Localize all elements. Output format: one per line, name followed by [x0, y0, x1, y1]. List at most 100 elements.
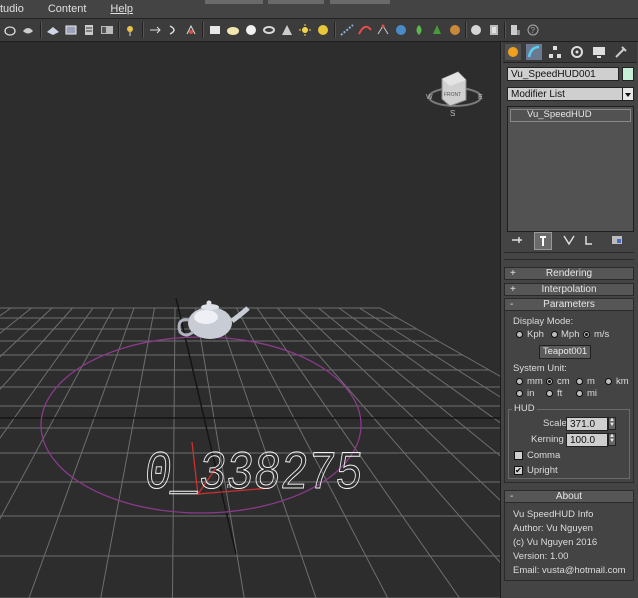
show-end-result-icon[interactable]: [534, 232, 552, 250]
bone-icon[interactable]: [468, 22, 484, 38]
cone-icon[interactable]: [279, 22, 295, 38]
spinner-down-icon: ▼: [609, 438, 615, 444]
motion-tab-icon[interactable]: [569, 44, 585, 60]
hud-group-label: HUD: [512, 403, 537, 414]
kerning-spinner[interactable]: ▲ ▼: [608, 433, 616, 446]
rollout-collapse-sign: -: [510, 491, 514, 502]
radio-km-label: km: [616, 376, 629, 387]
radio-mi[interactable]: [576, 390, 583, 397]
panel-tabs: [503, 42, 637, 63]
remove-modifier-icon[interactable]: [581, 232, 597, 248]
radio-mph-label: Mph: [561, 329, 580, 340]
toolbar-divider: [334, 22, 336, 38]
rollout-rendering[interactable]: + Rendering: [504, 267, 634, 280]
stack-item[interactable]: Vu_SpeedHUD: [510, 109, 631, 122]
radio-m[interactable]: [576, 378, 583, 385]
modifier-icon[interactable]: [411, 22, 427, 38]
perspective-viewport[interactable]: 0_338275 n FRONT W E S: [0, 42, 500, 598]
box-icon[interactable]: [207, 22, 223, 38]
pin-icon[interactable]: [486, 22, 502, 38]
torus-icon[interactable]: [261, 22, 277, 38]
scale-spinner[interactable]: ▲ ▼: [608, 417, 616, 430]
radio-in[interactable]: [516, 390, 523, 397]
hierarchy-tab-icon[interactable]: [547, 44, 563, 60]
layout-icon[interactable]: [99, 22, 115, 38]
object-color-swatch[interactable]: [622, 67, 634, 81]
rollout-interpolation[interactable]: + Interpolation: [504, 283, 634, 296]
radio-kph-label: Kph: [527, 329, 544, 340]
curve-icon[interactable]: [375, 22, 391, 38]
create-tab-icon[interactable]: [505, 44, 521, 60]
radio-mi-label: mi: [587, 388, 598, 399]
globe-icon[interactable]: [447, 22, 463, 38]
display-tab-icon[interactable]: [591, 44, 607, 60]
separator: [504, 259, 634, 260]
speed-hud-object[interactable]: 0_338275 n: [141, 441, 366, 505]
object-name-field[interactable]: Vu_SpeedHUD001: [507, 67, 619, 81]
toolbar-divider: [142, 22, 144, 38]
about-author: Author: Vu Nguyen: [513, 523, 593, 534]
menu-bar: tudio Content Help: [0, 0, 638, 19]
compass-east: E: [478, 94, 483, 101]
menu-help[interactable]: Help: [110, 3, 133, 15]
upright-checkbox[interactable]: ✔: [514, 466, 523, 475]
book-icon[interactable]: [507, 22, 523, 38]
light-icon[interactable]: [297, 22, 313, 38]
modifier-list-dropdown[interactable]: Modifier List: [507, 87, 623, 101]
modify-tab-icon[interactable]: [526, 44, 542, 60]
rollout-about-label: About: [555, 491, 583, 502]
sphere-icon[interactable]: [225, 22, 241, 38]
unit-marker: n: [227, 483, 231, 490]
viewcube[interactable]: FRONT W E S: [426, 71, 483, 118]
sun-icon[interactable]: [315, 22, 331, 38]
compass-south: S: [450, 109, 455, 118]
main-toolbar: ?: [0, 19, 638, 42]
radio-cm[interactable]: [546, 378, 553, 385]
rollout-about[interactable]: - About: [504, 490, 634, 503]
layer-icon[interactable]: [63, 22, 79, 38]
select-icon[interactable]: [20, 22, 36, 38]
toolbar-divider: [118, 22, 120, 38]
list-icon[interactable]: [81, 22, 97, 38]
radio-kph[interactable]: [516, 331, 523, 338]
make-unique-icon[interactable]: [561, 232, 577, 248]
rotate-icon[interactable]: [183, 22, 199, 38]
radio-mph[interactable]: [551, 331, 558, 338]
scale-input[interactable]: 371.0: [566, 417, 608, 431]
utilities-tab-icon[interactable]: [613, 44, 629, 60]
spinner-down-icon: ▼: [609, 422, 615, 428]
kerning-input[interactable]: 100.0: [566, 433, 608, 447]
comma-checkbox[interactable]: [514, 451, 523, 460]
teapot[interactable]: [177, 300, 250, 340]
display-mode-label: Display Mode:: [513, 316, 574, 327]
move-icon[interactable]: [165, 22, 181, 38]
about-title: Vu SpeedHUD Info: [513, 509, 594, 520]
particle-icon[interactable]: [339, 22, 355, 38]
target-object-button[interactable]: Teapot001: [539, 345, 591, 359]
bind-icon[interactable]: [147, 22, 163, 38]
pin-stack-icon[interactable]: [509, 232, 525, 248]
rollout-parameters[interactable]: - Parameters: [504, 298, 634, 311]
speed-readout: 0_338275: [141, 444, 365, 505]
modifier-stack[interactable]: Vu_SpeedHUD: [507, 106, 634, 232]
configure-sets-icon[interactable]: [609, 232, 625, 248]
help-icon[interactable]: ?: [525, 22, 541, 38]
menu-content[interactable]: Content: [48, 3, 87, 15]
radio-mm[interactable]: [516, 378, 523, 385]
helper-icon[interactable]: [393, 22, 409, 38]
radio-ft[interactable]: [546, 390, 553, 397]
cylinder-icon[interactable]: [243, 22, 259, 38]
rollout-rendering-label: Rendering: [545, 268, 593, 279]
separator: [504, 252, 634, 253]
rollout-collapse-sign: -: [510, 299, 514, 310]
spline-icon[interactable]: [357, 22, 373, 38]
render-icon[interactable]: [45, 22, 61, 38]
link-icon[interactable]: [123, 22, 139, 38]
menu-studio[interactable]: tudio: [0, 3, 24, 15]
dropdown-arrow-icon[interactable]: [622, 87, 634, 101]
radio-ms[interactable]: [583, 331, 590, 338]
radio-cm-label: cm: [557, 376, 570, 387]
teapot-icon[interactable]: [2, 22, 18, 38]
radio-km[interactable]: [605, 378, 612, 385]
tree-icon[interactable]: [429, 22, 445, 38]
